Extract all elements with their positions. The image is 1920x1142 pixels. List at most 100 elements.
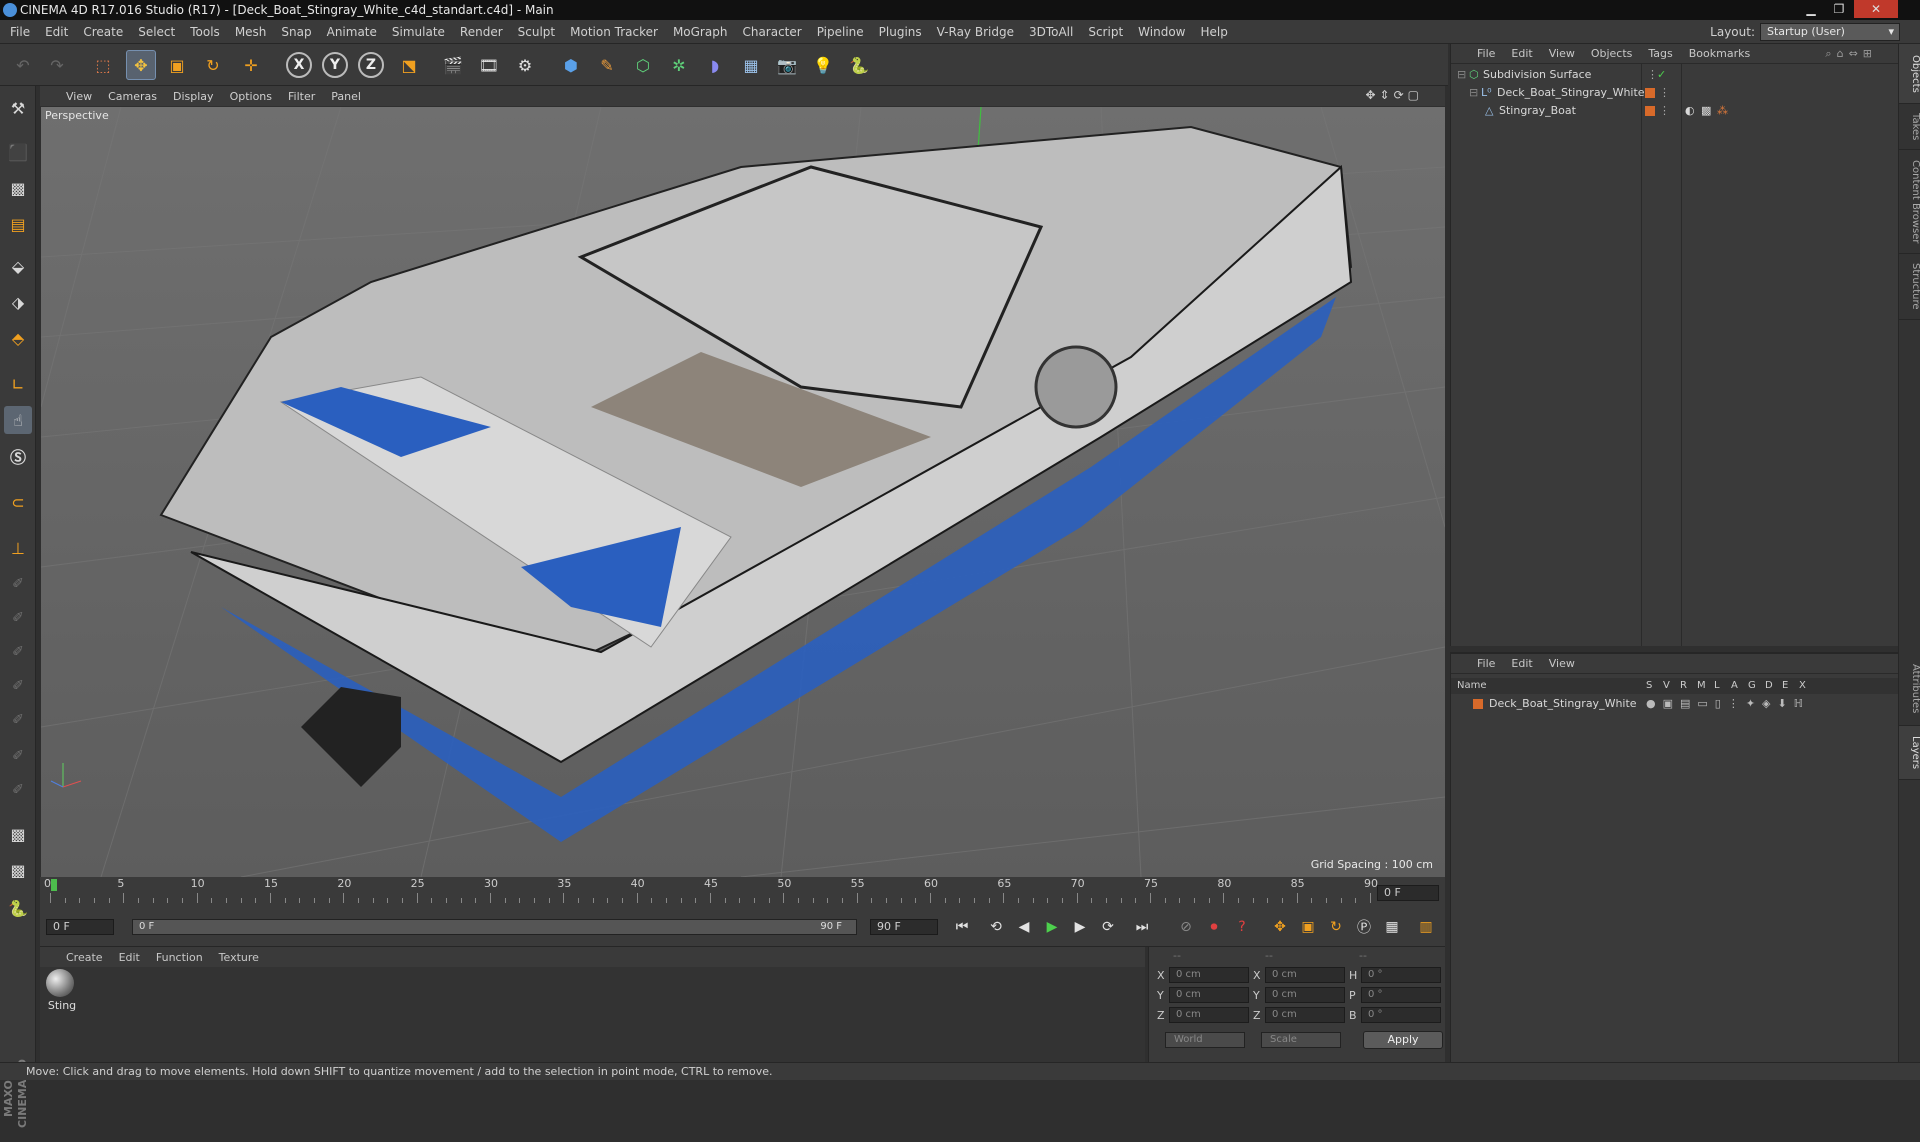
model-mode-button[interactable]: ⬛ bbox=[4, 138, 32, 166]
coordinate-system-button[interactable]: ⬔ bbox=[394, 50, 424, 80]
object-menu-tags[interactable]: Tags bbox=[1648, 47, 1672, 60]
timeline-ruler[interactable]: 0 5 10 15 20 25 30 35 40 45 50 55 60 65 70 75 80 85 90 0 F bbox=[40, 877, 1445, 907]
object-visibility-dots[interactable]: ⋮ bbox=[1659, 84, 1670, 102]
go-to-start-button[interactable]: ⏮ bbox=[950, 915, 974, 939]
snap-button[interactable]: Ⓢ bbox=[4, 442, 32, 470]
tab-takes[interactable]: Takes bbox=[1899, 104, 1920, 150]
menu-window[interactable]: Window bbox=[1138, 25, 1185, 39]
light-object-icon[interactable]: 💡 bbox=[808, 50, 838, 80]
magnet-tool-button[interactable]: ⊂ bbox=[4, 488, 32, 516]
menu-animate[interactable]: Animate bbox=[327, 25, 377, 39]
material-tag-icon[interactable]: ⁂ bbox=[1717, 102, 1728, 120]
layer-menu-edit[interactable]: Edit bbox=[1511, 657, 1532, 670]
sculpt-brush-5-icon[interactable]: ✐ bbox=[4, 706, 32, 734]
sculpt-brush-3-icon[interactable]: ✐ bbox=[4, 638, 32, 666]
record-keyframes-icon[interactable]: ⊘ bbox=[1174, 915, 1198, 939]
playhead[interactable] bbox=[51, 879, 57, 891]
menu-3dtoall[interactable]: 3DToAll bbox=[1029, 25, 1073, 39]
tab-content-browser[interactable]: Content Browser bbox=[1899, 150, 1920, 254]
layer-color-swatch[interactable] bbox=[1645, 88, 1655, 98]
material-swatch[interactable]: Sting bbox=[42, 967, 82, 1019]
array-object-icon[interactable]: ✲ bbox=[664, 50, 694, 80]
go-to-end-button[interactable]: ⏭ bbox=[1130, 915, 1154, 939]
layer-flag-icons[interactable]: ●▣▤▭▯⋮✦◈⬇ℍ bbox=[1646, 695, 1810, 713]
key-parameter-icon[interactable]: Ⓟ bbox=[1352, 915, 1376, 939]
menu-motion-tracker[interactable]: Motion Tracker bbox=[570, 25, 658, 39]
restore-button[interactable]: ❐ bbox=[1826, 0, 1852, 18]
workplane-mode-button[interactable]: ▤ bbox=[4, 210, 32, 238]
rotation-p-field[interactable]: 0 ° bbox=[1361, 987, 1441, 1003]
redo-button[interactable]: ↷ bbox=[42, 50, 72, 80]
tab-attributes[interactable]: Attributes bbox=[1899, 652, 1920, 726]
menu-select[interactable]: Select bbox=[138, 25, 175, 39]
object-menu-view[interactable]: View bbox=[1549, 47, 1575, 60]
checker-lock-icon[interactable]: ▩ bbox=[4, 820, 32, 848]
start-frame-field[interactable]: 0 F bbox=[46, 919, 114, 935]
viewport-menu-panel[interactable]: Panel bbox=[331, 90, 361, 103]
close-button[interactable]: ✕ bbox=[1854, 0, 1898, 18]
cube-object-icon[interactable]: ⬢ bbox=[556, 50, 586, 80]
layout-select[interactable]: Startup (User) ▾ bbox=[1760, 23, 1900, 41]
coordinate-mode-select[interactable]: World bbox=[1165, 1032, 1245, 1048]
menu-snap[interactable]: Snap bbox=[281, 25, 311, 39]
enabled-check-icon[interactable]: ✓ bbox=[1657, 66, 1666, 84]
menu-create[interactable]: Create bbox=[83, 25, 123, 39]
menu-plugins[interactable]: Plugins bbox=[879, 25, 922, 39]
menu-vray-bridge[interactable]: V-Ray Bridge bbox=[937, 25, 1014, 39]
preview-range-slider[interactable]: 0 F 90 F bbox=[132, 919, 857, 935]
minimize-button[interactable]: ▁ bbox=[1798, 0, 1824, 18]
undo-button[interactable]: ↶ bbox=[8, 50, 38, 80]
sculpt-brush-6-icon[interactable]: ✐ bbox=[4, 742, 32, 770]
current-frame-field[interactable]: 0 F bbox=[1377, 885, 1439, 901]
sculpt-brush-4-icon[interactable]: ✐ bbox=[4, 672, 32, 700]
menu-tools[interactable]: Tools bbox=[190, 25, 220, 39]
size-x-field[interactable]: 0 cm bbox=[1265, 967, 1345, 983]
x-axis-lock-button[interactable]: X bbox=[286, 52, 312, 78]
menu-pipeline[interactable]: Pipeline bbox=[817, 25, 864, 39]
make-editable-button[interactable]: ⚒ bbox=[4, 94, 32, 122]
menu-render[interactable]: Render bbox=[460, 25, 503, 39]
sculpt-brush-7-icon[interactable]: ✐ bbox=[4, 776, 32, 804]
material-menu-function[interactable]: Function bbox=[156, 951, 203, 964]
live-selection-button[interactable]: ⬚ bbox=[88, 50, 118, 80]
object-row-subdivision-surface[interactable]: ⊟ ⬡ Subdivision Surface ⋮ ✓ bbox=[1451, 66, 1899, 84]
next-frame-button[interactable]: ▶ bbox=[1068, 915, 1092, 939]
bend-deformer-icon[interactable]: ◗ bbox=[700, 50, 730, 80]
phong-tag-icon[interactable]: ◐ bbox=[1685, 102, 1695, 120]
object-row-deck-boat[interactable]: ⊟ L⁰ Deck_Boat_Stingray_White ⋮ bbox=[1451, 84, 1899, 102]
z-axis-lock-button[interactable]: Z bbox=[358, 52, 384, 78]
material-menu-create[interactable]: Create bbox=[66, 951, 103, 964]
previous-key-button[interactable]: ⟲ bbox=[984, 915, 1008, 939]
layer-menu-file[interactable]: File bbox=[1477, 657, 1495, 670]
viewport-menu-display[interactable]: Display bbox=[173, 90, 214, 103]
python-script-icon[interactable]: 🐍 bbox=[4, 894, 32, 922]
python-icon[interactable]: 🐍 bbox=[844, 50, 874, 80]
menu-sculpt[interactable]: Sculpt bbox=[518, 25, 555, 39]
object-row-stingray-boat[interactable]: △ Stingray_Boat ⋮ ◐ ▩ ⁂ bbox=[1451, 102, 1899, 120]
object-manager-tool-icons[interactable]: ⌕⌂⇔⊞ bbox=[1825, 47, 1877, 61]
layer-row[interactable]: Deck_Boat_Stingray_White ●▣▤▭▯⋮✦◈⬇ℍ bbox=[1451, 695, 1899, 713]
axis-mode-button[interactable]: ∟ bbox=[4, 370, 32, 398]
position-y-field[interactable]: 0 cm bbox=[1169, 987, 1249, 1003]
menu-mesh[interactable]: Mesh bbox=[235, 25, 267, 39]
apply-button[interactable]: Apply bbox=[1363, 1031, 1443, 1049]
menu-mograph[interactable]: MoGraph bbox=[673, 25, 728, 39]
play-button[interactable]: ▶ bbox=[1040, 915, 1064, 939]
key-rotation-icon[interactable]: ↻ bbox=[1324, 915, 1348, 939]
render-to-picture-viewer-button[interactable]: 🎞 bbox=[474, 50, 504, 80]
rotate-tool-button[interactable]: ↻ bbox=[198, 50, 228, 80]
size-y-field[interactable]: 0 cm bbox=[1265, 987, 1345, 1003]
material-menu-edit[interactable]: Edit bbox=[119, 951, 140, 964]
object-menu-file[interactable]: File bbox=[1477, 47, 1495, 60]
edges-mode-button[interactable]: ⬗ bbox=[4, 288, 32, 316]
sculpt-brush-2-icon[interactable]: ✐ bbox=[4, 604, 32, 632]
object-visibility-dots[interactable]: ⋮ bbox=[1659, 102, 1670, 120]
viewport-menu-options[interactable]: Options bbox=[230, 90, 272, 103]
perspective-viewport[interactable]: Perspective Grid Spacing : 100 cm bbox=[41, 107, 1445, 877]
menu-character[interactable]: Character bbox=[742, 25, 801, 39]
menu-file[interactable]: File bbox=[10, 25, 30, 39]
render-view-button[interactable]: 🎬 bbox=[438, 50, 468, 80]
end-frame-field[interactable]: 90 F bbox=[870, 919, 938, 935]
object-menu-edit[interactable]: Edit bbox=[1511, 47, 1532, 60]
viewport-menu-view[interactable]: View bbox=[66, 90, 92, 103]
